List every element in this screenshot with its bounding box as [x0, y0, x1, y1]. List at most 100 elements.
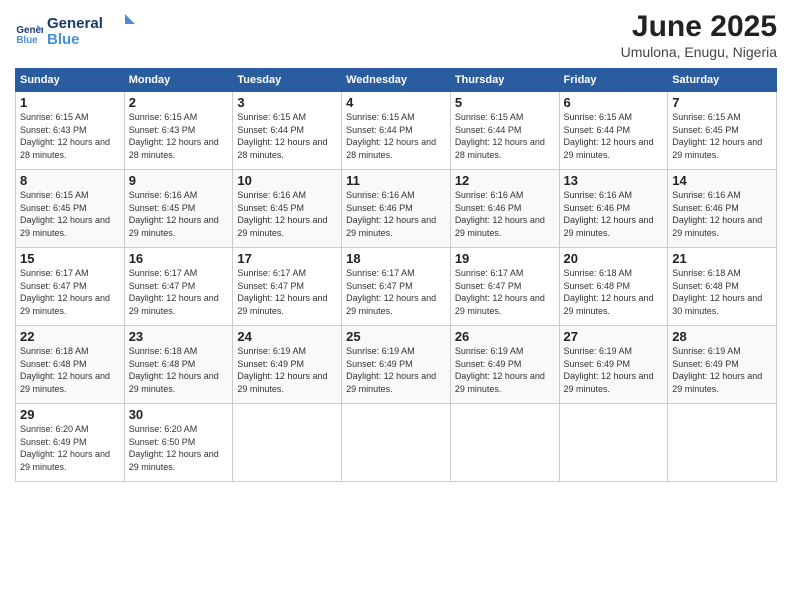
title-section: June 2025 Umulona, Enugu, Nigeria: [621, 10, 777, 60]
day-info: Sunrise: 6:16 AM Sunset: 6:46 PM Dayligh…: [564, 189, 664, 239]
day-number: 24: [237, 329, 337, 344]
sunrise: Sunrise: 6:18 AM: [564, 268, 633, 278]
sunrise: Sunrise: 6:17 AM: [237, 268, 306, 278]
daylight: Daylight: 12 hours and 29 minutes.: [564, 293, 654, 316]
day-number: 19: [455, 251, 555, 266]
day-header-tuesday: Tuesday: [233, 69, 342, 92]
day-number: 22: [20, 329, 120, 344]
sunset: Sunset: 6:46 PM: [672, 203, 739, 213]
calendar-cell: 16 Sunrise: 6:17 AM Sunset: 6:47 PM Dayl…: [124, 248, 233, 326]
calendar-cell: 11 Sunrise: 6:16 AM Sunset: 6:46 PM Dayl…: [342, 170, 451, 248]
svg-text:Blue: Blue: [47, 31, 80, 48]
day-info: Sunrise: 6:17 AM Sunset: 6:47 PM Dayligh…: [20, 267, 120, 317]
day-info: Sunrise: 6:15 AM Sunset: 6:43 PM Dayligh…: [20, 111, 120, 161]
calendar-cell: 4 Sunrise: 6:15 AM Sunset: 6:44 PM Dayli…: [342, 92, 451, 170]
sunset: Sunset: 6:43 PM: [129, 125, 196, 135]
daylight: Daylight: 12 hours and 29 minutes.: [129, 293, 219, 316]
calendar-cell: [342, 404, 451, 482]
sunset: Sunset: 6:45 PM: [237, 203, 304, 213]
day-info: Sunrise: 6:18 AM Sunset: 6:48 PM Dayligh…: [564, 267, 664, 317]
calendar-table: SundayMondayTuesdayWednesdayThursdayFrid…: [15, 68, 777, 482]
calendar-cell: 8 Sunrise: 6:15 AM Sunset: 6:45 PM Dayli…: [16, 170, 125, 248]
day-info: Sunrise: 6:16 AM Sunset: 6:46 PM Dayligh…: [455, 189, 555, 239]
day-info: Sunrise: 6:15 AM Sunset: 6:44 PM Dayligh…: [237, 111, 337, 161]
sunrise: Sunrise: 6:17 AM: [346, 268, 415, 278]
daylight: Daylight: 12 hours and 28 minutes.: [346, 137, 436, 160]
day-number: 23: [129, 329, 229, 344]
day-number: 14: [672, 173, 772, 188]
day-info: Sunrise: 6:16 AM Sunset: 6:46 PM Dayligh…: [672, 189, 772, 239]
daylight: Daylight: 12 hours and 29 minutes.: [346, 215, 436, 238]
sunset: Sunset: 6:49 PM: [564, 359, 631, 369]
daylight: Daylight: 12 hours and 28 minutes.: [455, 137, 545, 160]
daylight: Daylight: 12 hours and 29 minutes.: [129, 371, 219, 394]
logo-icon: General Blue: [15, 19, 43, 47]
sunrise: Sunrise: 6:19 AM: [237, 346, 306, 356]
day-number: 5: [455, 95, 555, 110]
daylight: Daylight: 12 hours and 29 minutes.: [346, 371, 436, 394]
sunset: Sunset: 6:43 PM: [20, 125, 87, 135]
calendar-page: General Blue General Blue June 2025 Umul…: [0, 0, 792, 612]
day-info: Sunrise: 6:19 AM Sunset: 6:49 PM Dayligh…: [672, 345, 772, 395]
day-number: 27: [564, 329, 664, 344]
week-row-4: 22 Sunrise: 6:18 AM Sunset: 6:48 PM Dayl…: [16, 326, 777, 404]
day-number: 13: [564, 173, 664, 188]
sunset: Sunset: 6:46 PM: [455, 203, 522, 213]
daylight: Daylight: 12 hours and 29 minutes.: [455, 371, 545, 394]
daylight: Daylight: 12 hours and 29 minutes.: [672, 215, 762, 238]
day-number: 20: [564, 251, 664, 266]
day-number: 1: [20, 95, 120, 110]
day-header-monday: Monday: [124, 69, 233, 92]
calendar-cell: [668, 404, 777, 482]
calendar-cell: 25 Sunrise: 6:19 AM Sunset: 6:49 PM Dayl…: [342, 326, 451, 404]
day-info: Sunrise: 6:17 AM Sunset: 6:47 PM Dayligh…: [237, 267, 337, 317]
day-header-saturday: Saturday: [668, 69, 777, 92]
sunset: Sunset: 6:46 PM: [346, 203, 413, 213]
sunset: Sunset: 6:44 PM: [564, 125, 631, 135]
sunrise: Sunrise: 6:20 AM: [129, 424, 198, 434]
day-info: Sunrise: 6:16 AM Sunset: 6:45 PM Dayligh…: [129, 189, 229, 239]
day-number: 15: [20, 251, 120, 266]
daylight: Daylight: 12 hours and 29 minutes.: [237, 371, 327, 394]
daylight: Daylight: 12 hours and 29 minutes.: [129, 215, 219, 238]
day-info: Sunrise: 6:19 AM Sunset: 6:49 PM Dayligh…: [237, 345, 337, 395]
calendar-cell: 5 Sunrise: 6:15 AM Sunset: 6:44 PM Dayli…: [450, 92, 559, 170]
day-header-sunday: Sunday: [16, 69, 125, 92]
calendar-cell: 17 Sunrise: 6:17 AM Sunset: 6:47 PM Dayl…: [233, 248, 342, 326]
sunset: Sunset: 6:47 PM: [346, 281, 413, 291]
calendar-cell: 10 Sunrise: 6:16 AM Sunset: 6:45 PM Dayl…: [233, 170, 342, 248]
sunset: Sunset: 6:50 PM: [129, 437, 196, 447]
day-info: Sunrise: 6:16 AM Sunset: 6:46 PM Dayligh…: [346, 189, 446, 239]
day-number: 26: [455, 329, 555, 344]
week-row-5: 29 Sunrise: 6:20 AM Sunset: 6:49 PM Dayl…: [16, 404, 777, 482]
sunset: Sunset: 6:48 PM: [564, 281, 631, 291]
day-number: 9: [129, 173, 229, 188]
day-number: 28: [672, 329, 772, 344]
sunrise: Sunrise: 6:15 AM: [564, 112, 633, 122]
sunrise: Sunrise: 6:17 AM: [455, 268, 524, 278]
day-info: Sunrise: 6:20 AM Sunset: 6:49 PM Dayligh…: [20, 423, 120, 473]
calendar-cell: 9 Sunrise: 6:16 AM Sunset: 6:45 PM Dayli…: [124, 170, 233, 248]
calendar-cell: 23 Sunrise: 6:18 AM Sunset: 6:48 PM Dayl…: [124, 326, 233, 404]
sunrise: Sunrise: 6:17 AM: [129, 268, 198, 278]
day-number: 25: [346, 329, 446, 344]
daylight: Daylight: 12 hours and 29 minutes.: [564, 371, 654, 394]
daylight: Daylight: 12 hours and 29 minutes.: [672, 137, 762, 160]
day-number: 17: [237, 251, 337, 266]
daylight: Daylight: 12 hours and 28 minutes.: [129, 137, 219, 160]
day-number: 12: [455, 173, 555, 188]
header: General Blue General Blue June 2025 Umul…: [15, 10, 777, 60]
day-number: 18: [346, 251, 446, 266]
daylight: Daylight: 12 hours and 29 minutes.: [346, 293, 436, 316]
day-info: Sunrise: 6:19 AM Sunset: 6:49 PM Dayligh…: [564, 345, 664, 395]
day-info: Sunrise: 6:18 AM Sunset: 6:48 PM Dayligh…: [129, 345, 229, 395]
day-info: Sunrise: 6:20 AM Sunset: 6:50 PM Dayligh…: [129, 423, 229, 473]
calendar-cell: 27 Sunrise: 6:19 AM Sunset: 6:49 PM Dayl…: [559, 326, 668, 404]
sunrise: Sunrise: 6:16 AM: [346, 190, 415, 200]
calendar-cell: 18 Sunrise: 6:17 AM Sunset: 6:47 PM Dayl…: [342, 248, 451, 326]
sunrise: Sunrise: 6:18 AM: [672, 268, 741, 278]
svg-text:Blue: Blue: [16, 34, 38, 45]
calendar-cell: 3 Sunrise: 6:15 AM Sunset: 6:44 PM Dayli…: [233, 92, 342, 170]
sunrise: Sunrise: 6:18 AM: [129, 346, 198, 356]
daylight: Daylight: 12 hours and 30 minutes.: [672, 293, 762, 316]
